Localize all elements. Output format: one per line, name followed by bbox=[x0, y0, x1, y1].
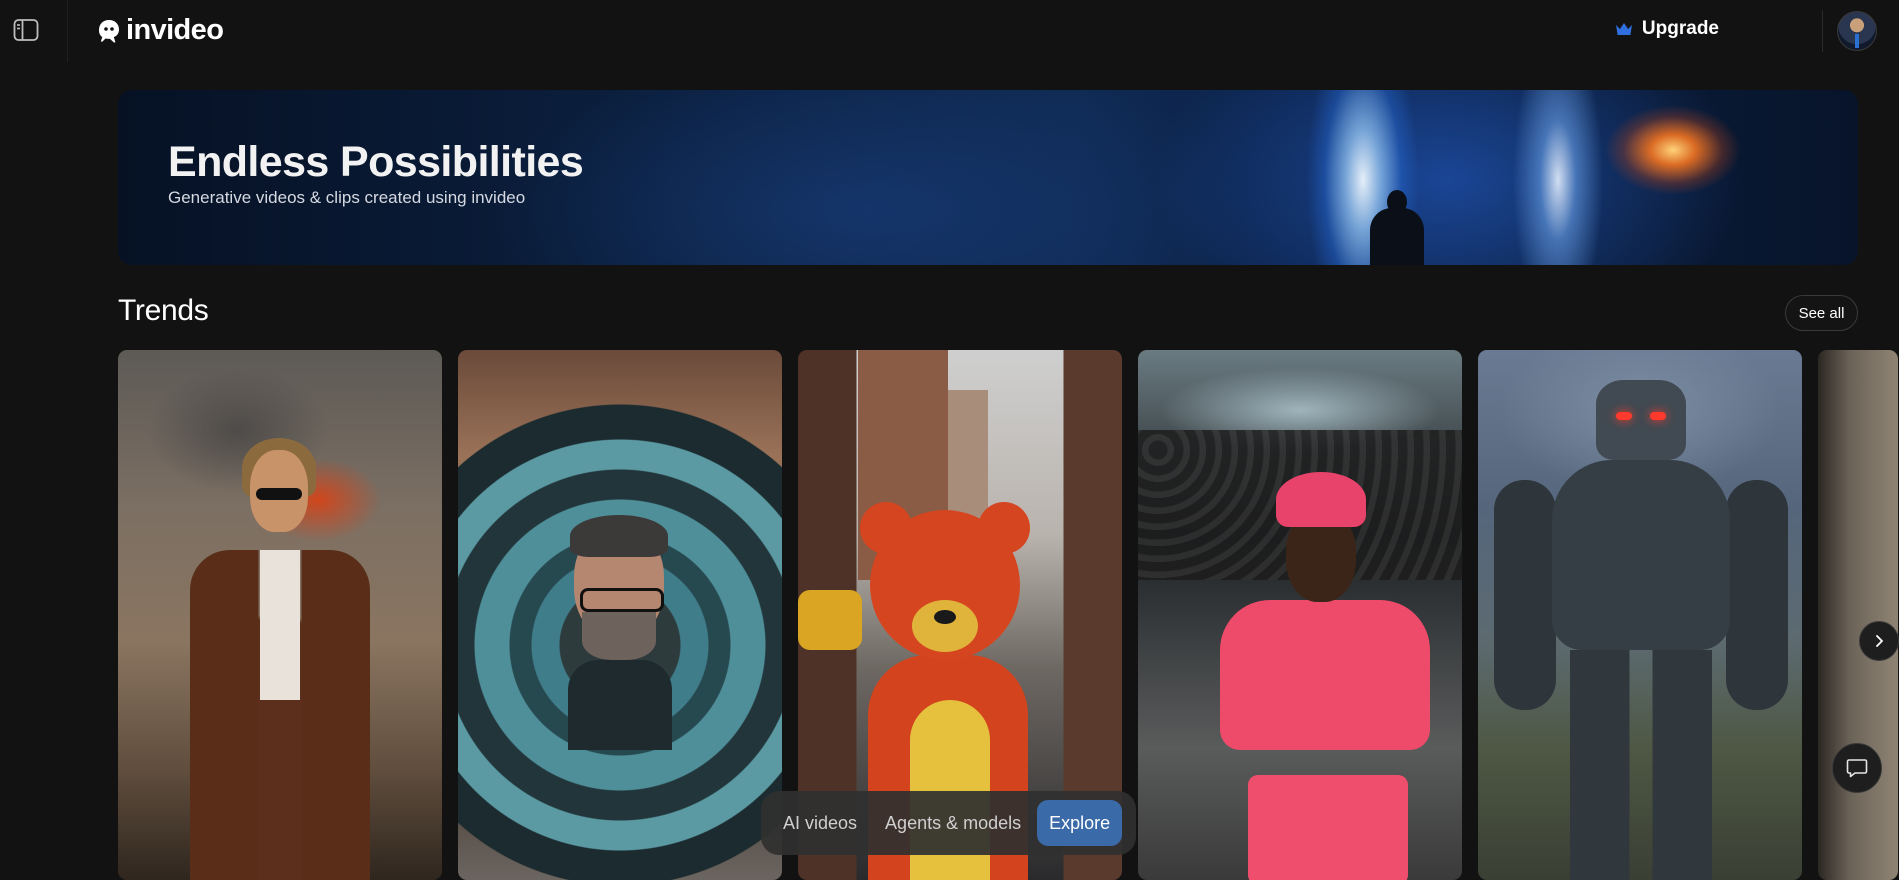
trends-heading: Trends bbox=[118, 294, 209, 327]
sidebar-panel-icon bbox=[13, 19, 39, 41]
sidebar-toggle-button[interactable] bbox=[12, 17, 40, 43]
card-image-part bbox=[580, 588, 664, 612]
chat-bubble-icon bbox=[1846, 759, 1868, 778]
card-image-part bbox=[260, 550, 300, 700]
header-divider bbox=[1822, 10, 1823, 52]
logo-text: invideo bbox=[126, 14, 224, 46]
chat-support-button[interactable] bbox=[1832, 743, 1882, 793]
card-image-part bbox=[568, 660, 672, 750]
carousel-next-button[interactable] bbox=[1859, 621, 1899, 661]
card-image-part bbox=[934, 610, 956, 624]
trend-card-man-in-suit[interactable] bbox=[118, 350, 442, 880]
see-all-button[interactable]: See all bbox=[1785, 295, 1858, 331]
hero-title: Endless Possibilities bbox=[168, 138, 584, 186]
trend-card-robot[interactable] bbox=[1478, 350, 1802, 880]
card-image-part bbox=[1650, 412, 1666, 420]
crown-icon bbox=[1615, 23, 1632, 35]
card-image-part bbox=[1248, 775, 1408, 880]
upgrade-label: Upgrade bbox=[1641, 18, 1719, 39]
card-image-part bbox=[1726, 480, 1788, 710]
invideo-logo-icon bbox=[99, 19, 119, 43]
nav-explore[interactable]: Explore bbox=[1037, 800, 1123, 846]
card-image-part bbox=[1276, 472, 1366, 527]
card-image-part bbox=[1494, 480, 1556, 710]
trend-card-partial[interactable] bbox=[1818, 350, 1898, 880]
hero-silhouette-image bbox=[1370, 190, 1424, 265]
nav-ai-videos[interactable]: AI videos bbox=[771, 800, 869, 846]
card-image-part bbox=[1616, 412, 1632, 420]
card-image-part bbox=[256, 488, 302, 500]
bottom-nav: AI videos Agents & models Explore bbox=[761, 791, 1136, 855]
nav-agents-models[interactable]: Agents & models bbox=[873, 800, 1033, 846]
user-avatar[interactable] bbox=[1837, 11, 1877, 51]
card-image-part bbox=[1552, 460, 1730, 650]
card-image-part bbox=[570, 515, 668, 557]
card-image-part bbox=[1570, 650, 1712, 880]
hero-banner: Endless Possibilities Generative videos … bbox=[118, 90, 1858, 265]
avatar-detail bbox=[1855, 34, 1859, 48]
sidebar-divider bbox=[67, 0, 68, 62]
chevron-right-icon bbox=[1876, 635, 1883, 647]
hero-subtitle: Generative videos & clips created using … bbox=[168, 188, 526, 207]
card-image-part bbox=[912, 600, 978, 652]
invideo-logo[interactable]: invideo bbox=[96, 14, 224, 47]
top-bar: invideo Upgrade bbox=[0, 0, 1899, 62]
trend-card-spiral-portrait[interactable] bbox=[458, 350, 782, 880]
card-image-part bbox=[582, 612, 656, 660]
upgrade-button[interactable]: Upgrade bbox=[1615, 18, 1719, 40]
card-image-part bbox=[1596, 380, 1686, 460]
card-image-part bbox=[798, 590, 862, 650]
trend-card-performer[interactable] bbox=[1138, 350, 1462, 880]
